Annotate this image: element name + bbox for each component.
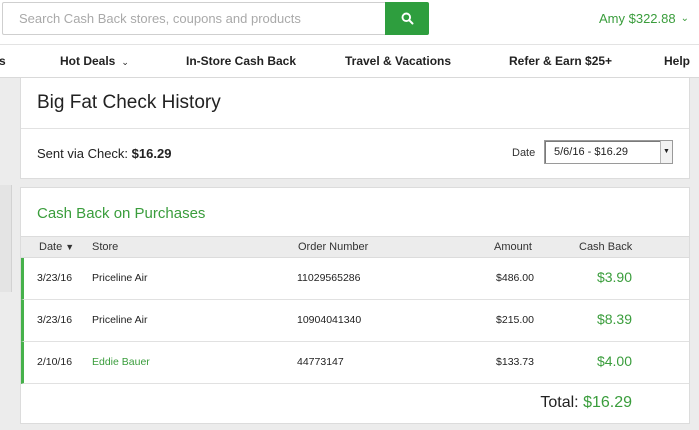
column-label: Date xyxy=(39,241,63,253)
cell-order-number: 10904041340 xyxy=(297,314,362,326)
sort-down-icon: ▼ xyxy=(65,242,75,252)
total-label: Total: xyxy=(540,394,579,411)
table-row: 3/23/16 Priceline Air 11029565286 $486.0… xyxy=(21,258,689,300)
column-header-cashback: Cash Back xyxy=(579,241,633,253)
cell-date: 3/23/16 xyxy=(37,314,73,326)
chevron-down-icon: ⌄ xyxy=(680,13,689,24)
cell-store: Priceline Air xyxy=(92,272,148,284)
cell-cash-back: $3.90 xyxy=(596,269,632,285)
sent-via-check: Sent via Check: $16.29 xyxy=(37,146,171,161)
cell-store-link[interactable]: Eddie Bauer xyxy=(92,356,150,368)
check-history-card: Big Fat Check History Sent via Check: $1… xyxy=(20,78,690,179)
search-input[interactable] xyxy=(2,2,385,35)
nav-item-hot-deals[interactable]: Hot Deals ⌄ xyxy=(60,54,129,68)
cell-cash-back: $4.00 xyxy=(596,353,632,369)
page-title: Big Fat Check History xyxy=(37,92,221,113)
nav-item-in-store[interactable]: In-Store Cash Back xyxy=(186,54,296,68)
cell-amount: $133.73 xyxy=(496,356,534,368)
nav-item-truncated[interactable]: s xyxy=(0,54,6,68)
main-nav: s Hot Deals ⌄ In-Store Cash Back Travel &… xyxy=(0,44,699,78)
column-header-store: Store xyxy=(92,241,119,253)
table-row: 3/23/16 Priceline Air 10904041340 $215.0… xyxy=(21,300,689,342)
top-bar: Amy $322.88 ⌄ xyxy=(0,0,699,44)
cash-back-purchases-card: Cash Back on Purchases Date ▼ Store Order… xyxy=(20,187,690,424)
column-header-amount: Amount xyxy=(494,241,532,253)
cell-amount: $486.00 xyxy=(496,272,534,284)
table-header: Date ▼ Store Order Number Amount Cash Bac… xyxy=(21,236,689,258)
total-cash-back: Total: $16.29 xyxy=(540,394,632,412)
cell-amount: $215.00 xyxy=(496,314,534,326)
nav-item-label: Hot Deals xyxy=(60,54,116,68)
sent-label: Sent via Check: xyxy=(37,146,129,161)
cell-order-number: 44773147 xyxy=(297,356,344,368)
date-selected-value: 5/6/16 - $16.29 xyxy=(554,146,629,158)
cell-order-number: 11029565286 xyxy=(297,272,361,284)
column-header-order: Order Number xyxy=(298,241,369,253)
column-header-date[interactable]: Date ▼ xyxy=(39,241,74,253)
cell-cash-back: $8.39 xyxy=(596,311,632,327)
account-balance: Amy $322.88 xyxy=(599,11,676,26)
cell-store: Priceline Air xyxy=(92,314,148,326)
divider xyxy=(21,128,689,129)
dropdown-arrow-icon: ▼ xyxy=(660,141,672,163)
table-row: 2/10/16 Eddie Bauer 44773147 $133.73 $4.… xyxy=(21,342,689,384)
section-title: Cash Back on Purchases xyxy=(37,205,206,222)
search-button[interactable] xyxy=(385,2,429,35)
search-icon xyxy=(401,12,413,25)
date-select[interactable]: 5/6/16 - $16.29 ▼ xyxy=(544,140,673,164)
nav-item-help[interactable]: Help xyxy=(664,54,690,68)
left-sidebar-edge xyxy=(0,185,12,292)
sent-amount: $16.29 xyxy=(131,146,172,161)
account-menu[interactable]: Amy $322.88 ⌄ xyxy=(599,11,689,26)
chevron-down-icon: ⌄ xyxy=(121,57,129,67)
cell-date: 3/23/16 xyxy=(37,272,73,284)
nav-item-travel[interactable]: Travel & Vacations xyxy=(345,54,451,68)
nav-item-refer[interactable]: Refer & Earn $25+ xyxy=(509,54,612,68)
date-label: Date xyxy=(512,147,536,159)
cell-date: 2/10/16 xyxy=(37,356,73,368)
total-value: $16.29 xyxy=(583,394,632,411)
